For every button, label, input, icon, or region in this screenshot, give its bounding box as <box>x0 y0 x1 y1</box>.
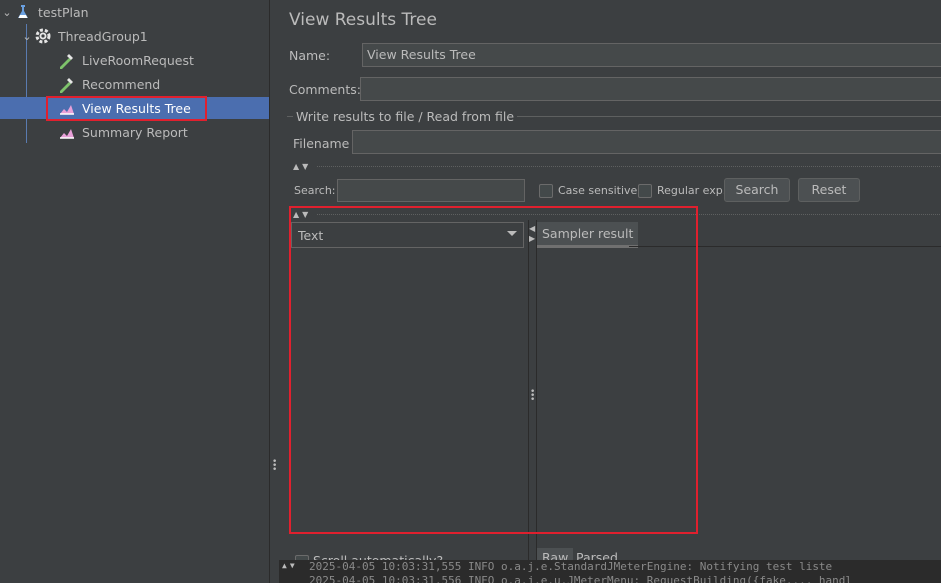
tree-item-liveroomrequest[interactable]: LiveRoomRequest <box>58 49 194 71</box>
filename-label: Filename <box>293 136 350 151</box>
section-divider <box>317 166 941 167</box>
chevron-down-icon[interactable]: ⌄ <box>0 6 14 19</box>
collapse-arrows-icon[interactable]: ▲▼ <box>282 561 298 570</box>
view-results-tree-panel: View Results Tree Name: View Results Tre… <box>279 0 941 583</box>
name-label: Name: <box>289 48 331 63</box>
pipette-icon <box>58 51 76 69</box>
file-group-title: Write results to file / Read from file <box>293 109 518 124</box>
scroll-automatically-label: Scroll automatically? <box>313 553 443 560</box>
comments-label: Comments: <box>289 82 361 97</box>
reset-button[interactable]: Reset <box>798 178 860 202</box>
search-label: Search: <box>294 184 336 197</box>
tree-item-label: Recommend <box>82 76 161 92</box>
tree-splitter[interactable]: • • • <box>269 0 279 583</box>
test-plan-tree[interactable]: ⌄ testPlan ⌄ ThreadGroup1 LiveRoomReques… <box>0 0 269 583</box>
log-line: 2025-04-05 10:03:31,555 INFO o.a.j.e.Sta… <box>309 560 833 573</box>
collapse-arrows-icon[interactable]: ▲▼ <box>293 162 311 171</box>
splitter-handle-icon[interactable]: • • • <box>272 458 277 475</box>
pipette-icon <box>58 75 76 93</box>
panel-title: View Results Tree <box>289 10 437 30</box>
tree-connector-line <box>26 48 27 143</box>
tree-item-label: testPlan <box>38 4 89 20</box>
search-input[interactable] <box>337 179 525 202</box>
tree-item-label: Summary Report <box>82 124 188 140</box>
chevron-down-icon[interactable]: ⌄ <box>20 30 34 43</box>
log-panel: ▲▼ 2025-04-05 10:03:31,555 INFO o.a.j.e.… <box>279 560 941 583</box>
case-sensitive-checkbox[interactable] <box>539 184 553 198</box>
case-sensitive-label: Case sensitive <box>558 184 638 197</box>
tab-parsed[interactable]: Parsed <box>576 550 618 560</box>
results-highlight-box <box>289 206 698 534</box>
regular-exp-label: Regular exp. <box>657 184 727 197</box>
chart-icon <box>58 123 76 141</box>
log-line: 2025-04-05 10:03:31,556 INFO o.a.j.e.u.J… <box>309 574 853 583</box>
name-field[interactable]: View Results Tree <box>362 43 941 67</box>
tree-item-testplan[interactable]: ⌄ testPlan <box>0 1 89 23</box>
regular-exp-checkbox[interactable] <box>638 184 652 198</box>
search-button[interactable]: Search <box>724 178 790 202</box>
filename-field[interactable] <box>352 130 941 154</box>
tree-item-threadgroup[interactable]: ⌄ ThreadGroup1 <box>20 25 148 47</box>
tree-item-recommend[interactable]: Recommend <box>58 73 160 95</box>
tree-item-highlight-box <box>46 96 207 121</box>
flask-icon <box>14 3 32 21</box>
tree-item-label: LiveRoomRequest <box>82 52 194 68</box>
tree-item-label: ThreadGroup1 <box>58 28 148 44</box>
gear-icon <box>34 27 52 45</box>
comments-field[interactable] <box>360 77 941 101</box>
tree-item-summary-report[interactable]: Summary Report <box>58 121 188 143</box>
